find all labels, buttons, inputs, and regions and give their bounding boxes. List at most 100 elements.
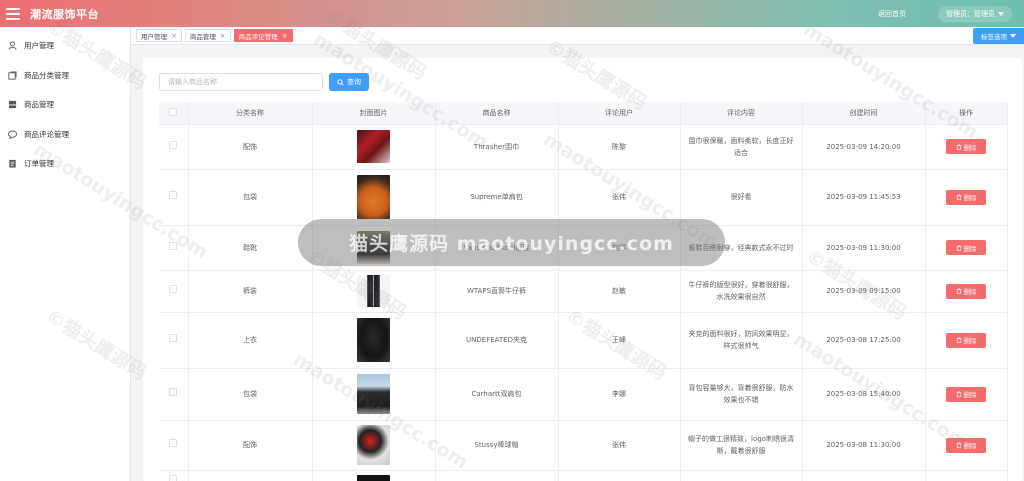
row-checkbox[interactable] [169,285,178,293]
tab-label: 商品评论管理 [238,32,278,41]
sidebar-item-label: 商品评论管理 [24,129,69,139]
column-header: 创建时间 [802,102,926,125]
caret-down-icon [1010,33,1016,38]
sidebar-item-users[interactable]: 用户管理 [0,31,130,61]
close-icon[interactable]: × [282,32,288,40]
category-cell: 包袋 [188,169,313,226]
admin-dropdown[interactable]: 管理员：管理员 [938,5,1012,22]
top-header: 潮流服饰平台 返回首页 管理员：管理员 [0,0,1024,27]
sidebar-item-label: 商品分类管理 [24,70,69,80]
time-cell: 2025-03-09 09:15:00 [802,270,926,313]
caret-down-icon [998,11,1004,16]
product-name-cell: WTAPS直筒牛仔裤 [435,270,559,313]
row-checkbox[interactable] [169,439,178,447]
sidebar-item-goods[interactable]: 商品管理 [0,90,130,120]
search-input[interactable] [159,73,323,91]
search-button[interactable]: 查询 [329,73,369,91]
delete-label: 删除 [963,244,977,253]
column-header: 操作 [925,102,1008,125]
row-checkbox[interactable] [169,140,178,149]
main-content: 查询 分类名称 封面图片 商品名称 评论用户 评论内容 创建时间 操作 配饰 [143,58,1022,481]
comment-cell: 夹克的面料很好，防风效果明显，样式很帅气 [680,312,803,369]
time-cell: 2025-03-09 14:20:00 [802,124,926,170]
product-image [357,374,390,414]
time-cell: 2025-03-08 17:25:00 [802,312,926,369]
delete-label: 删除 [963,442,977,450]
tab-label: 用户管理 [141,32,167,41]
table-row: 包袋 Carhartt双肩包 李娜 背包容量够大，背着很舒服，防水效果也不错 2… [159,368,1008,421]
order-icon [8,159,17,168]
product-image [357,474,390,481]
product-name-cell: Supreme单肩包 [435,169,559,226]
select-all-checkbox[interactable] [169,107,178,116]
trash-icon [956,442,961,448]
time-cell: 2025-03-08 15:40:00 [802,368,926,421]
delete-label: 删除 [963,194,977,202]
table-row: 上衣 UNDEFEATED夹克 王峰 夹克的面料很好，防风效果明显，样式很帅气 … [159,312,1008,369]
tab-comments[interactable]: 商品评论管理 × [233,29,293,42]
row-checkbox[interactable] [169,241,178,250]
table-row: 配饰 Thrasher围巾 陈黎 围巾很保暖，面料柔软，长度正好适合 2025-… [159,124,1008,170]
tab-goods[interactable]: 商品管理 × [184,29,231,42]
row-checkbox[interactable] [169,474,178,481]
close-icon[interactable]: × [220,32,226,40]
sidebar-item-categories[interactable]: 商品分类管理 [0,61,130,91]
category-cell: 配饰 [188,420,313,471]
delete-button[interactable]: 删除 [946,240,986,255]
delete-button[interactable]: 删除 [946,386,986,402]
table-row [159,470,1008,481]
comments-table: 分类名称 封面图片 商品名称 评论用户 评论内容 创建时间 操作 配饰 Thra… [159,102,1008,481]
time-cell: 2025-03-09 11:30:00 [802,225,926,271]
category-cell: 包袋 [188,368,313,421]
time-cell: 2025-03-08 11:30:00 [802,420,926,471]
admin-label: 管理员：管理员 [946,9,995,18]
comment-cell: 牛仔裤的版型很好，穿着很舒服，水洗效果很自然 [680,270,803,313]
sidebar-item-comments[interactable]: 商品评论管理 [0,120,130,150]
tab-options-button[interactable]: 标签选项 [973,27,1024,44]
app-title: 潮流服饰平台 [30,7,99,21]
product-image [357,425,390,465]
user-cell: 张伟 [558,169,681,226]
watermark-banner: 猫头鹰源码 maotouyingcc.com [298,219,725,266]
user-cell: 张伟 [558,420,681,471]
row-checkbox[interactable] [169,334,178,342]
trash-icon [956,244,961,251]
product-name-cell: Thrasher围巾 [435,124,559,170]
sidebar: 用户管理 商品分类管理 商品管理 商品评论管理 订单管理 [0,27,131,481]
sidebar-item-label: 商品管理 [24,100,54,110]
delete-label: 删除 [963,288,977,296]
sidebar-item-orders[interactable]: 订单管理 [0,149,130,179]
search-bar: 查询 [159,73,369,91]
product-image [357,130,390,163]
product-name-cell: Carhartt双肩包 [435,368,559,421]
comment-icon [8,130,17,139]
comment-cell: 很好看 [680,169,803,226]
table-header-row: 分类名称 封面图片 商品名称 评论用户 评论内容 创建时间 操作 [159,102,1008,125]
user-cell: 李娜 [558,368,681,421]
category-icon [8,71,17,80]
comment-cell: 帽子的做工很精致，logo刺绣很清晰，戴着很舒服 [680,420,803,471]
tab-options-label: 标签选项 [981,32,1007,41]
home-link[interactable]: 返回首页 [878,9,906,19]
delete-button[interactable]: 删除 [946,332,986,348]
delete-button[interactable]: 删除 [946,189,986,205]
delete-label: 删除 [963,337,977,345]
column-header: 评论用户 [558,102,681,125]
sidebar-item-label: 用户管理 [24,41,54,51]
column-header: 封面图片 [312,102,436,125]
menu-toggle-icon[interactable] [6,7,20,20]
time-cell: 2025-03-09 11:45:53 [802,169,926,226]
delete-button[interactable]: 删除 [946,283,986,299]
goods-icon [8,100,17,109]
category-cell: 裤装 [188,270,313,313]
product-image [357,275,390,307]
row-checkbox[interactable] [169,388,178,396]
delete-button[interactable]: 删除 [946,139,986,154]
close-icon[interactable]: × [171,32,177,40]
tab-users[interactable]: 用户管理 × [136,29,182,42]
row-checkbox[interactable] [169,191,178,199]
user-cell: 王峰 [558,312,681,369]
column-header: 分类名称 [188,102,313,125]
select-all-cell[interactable] [159,102,189,125]
delete-button[interactable]: 删除 [946,437,986,453]
